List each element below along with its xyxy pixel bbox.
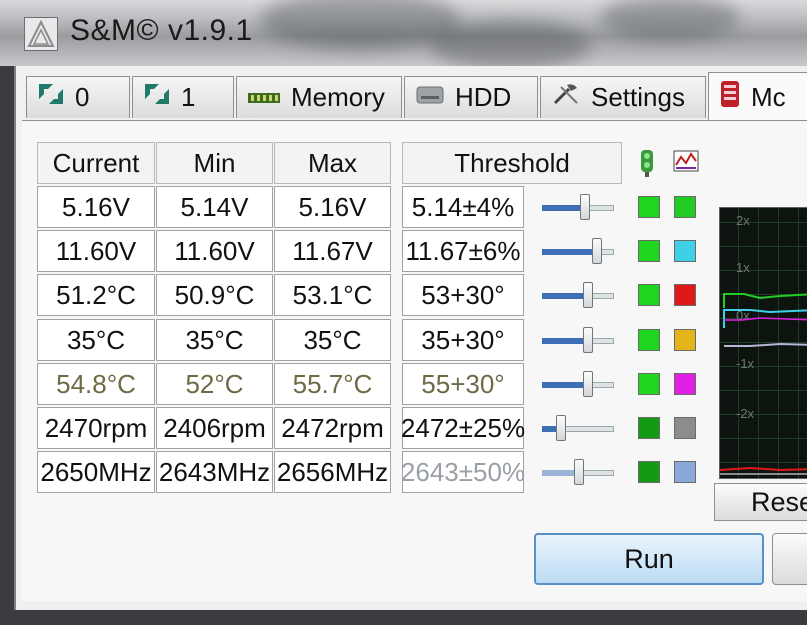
app-icon [24, 17, 58, 51]
max-value-cell: 11.67V [274, 230, 391, 272]
tab-label: 1 [181, 82, 196, 112]
threshold-slider[interactable] [540, 415, 616, 441]
series-color-swatch[interactable] [674, 373, 696, 395]
graph-lines [720, 293, 807, 475]
cpu-icon [37, 82, 65, 113]
min-value-cell: 50.9°C [156, 274, 273, 316]
current-value-cell: 2470rpm [37, 407, 155, 449]
current-value-cell: 54.8°C [37, 363, 155, 405]
status-indicator [638, 284, 660, 306]
tab-settings[interactable]: Settings [540, 76, 706, 118]
series-color-swatch[interactable] [674, 417, 696, 439]
threshold-value-cell: 35+30° [402, 319, 524, 361]
window-title: S&M© v1.9.1 [70, 14, 253, 47]
tab-label: Memory [291, 82, 385, 112]
max-value-cell: 2656MHz [274, 451, 391, 493]
tab-label: HDD [455, 82, 512, 112]
reset-button[interactable]: Rese [714, 483, 807, 521]
threshold-slider[interactable] [540, 327, 616, 353]
current-value-cell: 51.2°C [37, 274, 155, 316]
status-light-icon [638, 148, 656, 183]
settings-icon [551, 81, 581, 114]
series-color-swatch[interactable] [674, 196, 696, 218]
tab-label: 0 [75, 82, 90, 112]
min-value-cell: 5.14V [156, 186, 273, 228]
max-value-cell: 2472rpm [274, 407, 391, 449]
status-indicator [638, 196, 660, 218]
max-value-cell: 53.1°C [274, 274, 391, 316]
threshold-value-cell: 53+30° [402, 274, 524, 316]
tab-cpu-0[interactable]: 0 [26, 76, 130, 118]
series-color-swatch[interactable] [674, 329, 696, 351]
cpu-icon [143, 82, 171, 113]
min-value-cell: 35°C [156, 319, 273, 361]
current-value-cell: 2650MHz [37, 451, 155, 493]
threshold-slider[interactable] [540, 282, 616, 308]
hdd-icon [415, 82, 445, 113]
series-color-swatch[interactable] [674, 461, 696, 483]
min-value-cell: 2406rpm [156, 407, 273, 449]
max-value-cell: 35°C [274, 319, 391, 361]
title-bar: S&M© v1.9.1 [0, 0, 807, 70]
tab-hdd[interactable]: HDD [404, 76, 538, 118]
status-indicator [638, 373, 660, 395]
status-indicator [638, 461, 660, 483]
max-value-cell: 5.16V [274, 186, 391, 228]
header-current: Current [37, 142, 155, 184]
threshold-value-cell: 2472±25% [401, 407, 525, 449]
threshold-value-cell: 11.67±6% [402, 230, 524, 272]
threshold-value-cell: 55+30° [402, 363, 524, 405]
min-value-cell: 2643MHz [156, 451, 273, 493]
current-value-cell: 35°C [37, 319, 155, 361]
threshold-slider[interactable] [540, 371, 616, 397]
series-color-swatch[interactable] [674, 240, 696, 262]
current-value-cell: 11.60V [37, 230, 155, 272]
reset-button-label: Rese [751, 486, 807, 517]
status-indicator [638, 417, 660, 439]
tab-cpu-1[interactable]: 1 [132, 76, 234, 118]
threshold-value-cell: 5.14±4% [402, 186, 524, 228]
header-min: Min [156, 142, 273, 184]
monitor-icon [719, 79, 741, 116]
threshold-slider[interactable] [540, 238, 616, 264]
max-value-cell: 55.7°C [274, 363, 391, 405]
tab-monitor[interactable]: Mc [708, 72, 807, 122]
status-indicator [638, 329, 660, 351]
tab-label: Settings [591, 82, 685, 112]
status-indicator [638, 240, 660, 262]
sensor-graph: 2x 1x 0x -1x -2x [719, 207, 807, 479]
threshold-slider[interactable] [540, 194, 616, 220]
threshold-value-cell: 2643±50% [401, 451, 525, 493]
monitor-panel: Current Min Max Threshold 5.16V 5.14V 5.16… [22, 120, 807, 601]
header-threshold: Threshold [402, 142, 622, 184]
header-max: Max [274, 142, 391, 184]
tab-label: Mc [751, 82, 786, 112]
series-color-swatch[interactable] [674, 284, 696, 306]
threshold-slider[interactable] [540, 459, 616, 485]
app-window: 0 1 Memory HDD Settings Mc Current Min M… [14, 66, 807, 610]
tab-strip: 0 1 Memory HDD Settings Mc [22, 72, 807, 122]
min-value-cell: 52°C [156, 363, 273, 405]
run-button-label: Run [624, 543, 674, 574]
current-value-cell: 5.16V [37, 186, 155, 228]
tab-memory[interactable]: Memory [236, 76, 402, 118]
min-value-cell: 11.60V [156, 230, 273, 272]
run-button[interactable]: Run [534, 533, 764, 585]
secondary-button[interactable] [772, 533, 807, 585]
memory-icon [247, 82, 281, 113]
color-palette-icon [672, 149, 700, 178]
